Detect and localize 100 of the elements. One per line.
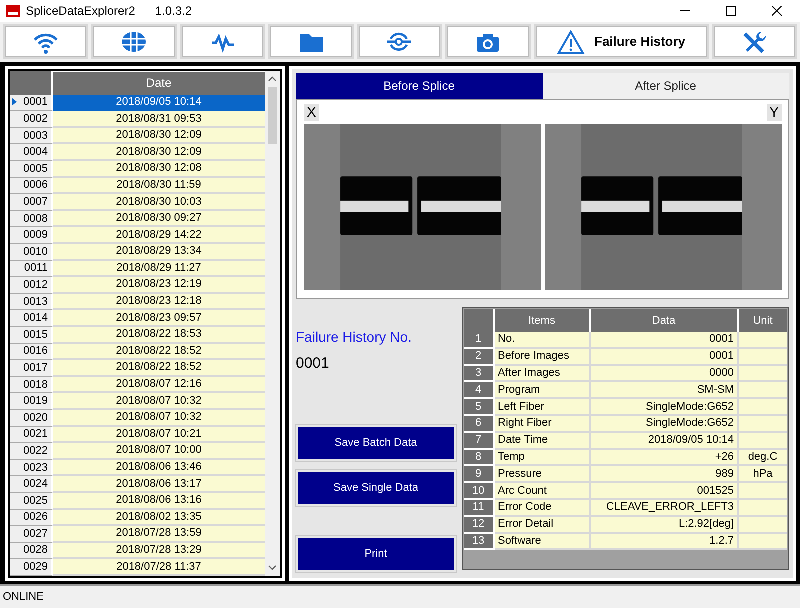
date-cell[interactable]: 2018/08/07 10:32: [53, 410, 265, 427]
table-cell: SM-SM: [591, 382, 739, 400]
table-cell: Left Fiber: [495, 399, 591, 416]
date-cell[interactable]: 2018/08/06 13:17: [53, 476, 265, 493]
date-cell[interactable]: 2018/08/23 12:19: [53, 277, 265, 294]
scroll-down-icon[interactable]: [268, 565, 277, 571]
toolbar-button[interactable]: [180, 24, 266, 59]
date-cell[interactable]: 2018/07/28 11:37: [53, 559, 265, 576]
app-icon: [6, 5, 20, 17]
row-number: 0025: [24, 494, 48, 507]
table-cell: 0000: [591, 366, 739, 382]
toolbar-button[interactable]: Failure History: [534, 24, 709, 59]
action-button[interactable]: Print: [296, 536, 456, 572]
row-number: 10: [464, 483, 495, 500]
row-number: 2: [464, 348, 495, 366]
row-number: 9: [464, 466, 495, 484]
action-button[interactable]: Save Single Data: [296, 470, 456, 506]
row-number: 11: [464, 500, 495, 517]
date-cell[interactable]: 2018/08/30 12:09: [53, 144, 265, 162]
table-cell: Pressure: [495, 466, 591, 484]
toolbar-button[interactable]: [91, 24, 177, 59]
row-number: 0027: [24, 528, 48, 540]
row-number: 0012: [24, 278, 48, 291]
table-cell: Error Detail: [495, 516, 591, 534]
date-cell[interactable]: 2018/08/22 18:52: [53, 344, 265, 360]
table-cell: Right Fiber: [495, 416, 591, 433]
row-number: 0022: [24, 444, 48, 457]
date-cell[interactable]: 2018/09/05 10:14: [53, 94, 265, 112]
table-cell: Date Time: [495, 432, 591, 450]
row-number: 0029: [24, 561, 48, 574]
scroll-up-icon[interactable]: [268, 76, 277, 82]
date-cell[interactable]: 2018/08/30 12:08: [53, 161, 265, 178]
toolbar-button[interactable]: [445, 24, 531, 59]
date-cell[interactable]: 2018/08/30 10:03: [53, 194, 265, 211]
date-cell[interactable]: 2018/08/07 10:00: [53, 443, 265, 460]
close-icon: [772, 6, 782, 16]
image-tab[interactable]: Before Splice: [296, 73, 542, 99]
date-cell[interactable]: 2018/07/28 13:59: [53, 526, 265, 543]
image-tab[interactable]: After Splice: [542, 73, 789, 99]
date-cell[interactable]: 2018/08/06 13:16: [53, 492, 265, 510]
table-cell: 989: [591, 466, 739, 484]
table-cell: SingleMode:G652: [591, 416, 739, 433]
row-number: 0007: [24, 196, 48, 208]
row-number: 0001: [24, 96, 48, 108]
toolbar-button[interactable]: [268, 24, 354, 59]
date-cell[interactable]: 2018/08/30 11:59: [53, 178, 265, 194]
date-cell[interactable]: 2018/08/06 13:46: [53, 460, 265, 476]
scrollbar[interactable]: [265, 71, 280, 576]
axis-label: X: [304, 104, 320, 121]
toolbar-button[interactable]: [3, 24, 88, 59]
scroll-thumb[interactable]: [268, 87, 277, 144]
table-cell: No.: [495, 332, 591, 349]
row-number: 0020: [24, 412, 48, 424]
section-title: Failure History No.: [296, 329, 413, 345]
date-cell[interactable]: 2018/08/29 13:34: [53, 244, 265, 261]
date-cell[interactable]: 2018/08/07 10:21: [53, 426, 265, 444]
row-number: 0003: [24, 130, 48, 142]
row-number: 13: [464, 534, 495, 550]
row-number: 0016: [24, 345, 48, 358]
date-cell[interactable]: 2018/08/22 18:52: [53, 360, 265, 377]
date-cell[interactable]: 2018/07/28 13:29: [53, 542, 265, 560]
table-cell: 0001: [591, 332, 739, 349]
row-number: 12: [464, 516, 495, 534]
warning-icon: [556, 28, 585, 54]
row-number: 3: [464, 366, 495, 382]
date-cell[interactable]: 2018/08/29 11:27: [53, 260, 265, 278]
row-number: 0009: [24, 229, 48, 242]
date-cell[interactable]: 2018/08/22 18:53: [53, 326, 265, 344]
toolbar-button[interactable]: [712, 24, 797, 59]
row-number: 0011: [24, 262, 48, 274]
row-number: 0006: [24, 179, 48, 192]
table-cell: 1.2.7: [591, 534, 739, 550]
table-cell: Program: [495, 382, 591, 400]
date-cell[interactable]: 2018/08/30 12:09: [53, 128, 265, 144]
column-header: Unit: [752, 314, 774, 328]
date-cell[interactable]: 2018/08/02 13:35: [53, 510, 265, 526]
date-cell[interactable]: 2018/08/31 09:53: [53, 111, 265, 128]
maximize-icon: [726, 6, 736, 16]
row-number: 0008: [24, 212, 48, 225]
table-cell: SingleMode:G652: [591, 399, 739, 416]
version-label: 1.0.3.2: [155, 4, 192, 18]
table-cell: 0001: [591, 348, 739, 366]
date-cell[interactable]: 2018/08/30 09:27: [53, 210, 265, 228]
window-title: SpliceDataExplorer2: [26, 4, 136, 18]
date-cell[interactable]: 2018/08/07 12:16: [53, 376, 265, 394]
table-cell: Arc Count: [495, 483, 591, 500]
row-number: 1: [464, 332, 495, 349]
date-cell[interactable]: 2018/08/23 12:18: [53, 294, 265, 310]
table-cell: 2018/09/05 10:14: [591, 432, 739, 450]
toolbar-button[interactable]: [356, 24, 442, 59]
table-cell: +26: [591, 450, 739, 466]
table-cell: deg.C: [739, 450, 787, 466]
row-number: 0021: [24, 428, 48, 440]
date-cell[interactable]: 2018/08/29 14:22: [53, 227, 265, 244]
action-button[interactable]: Save Batch Data: [296, 425, 456, 461]
table-cell: Before Images: [495, 348, 591, 366]
row-number: 0017: [24, 362, 48, 374]
date-cell[interactable]: 2018/08/07 10:32: [53, 393, 265, 410]
date-cell[interactable]: 2018/08/23 09:57: [53, 310, 265, 327]
table-cell: Error Code: [495, 500, 591, 517]
